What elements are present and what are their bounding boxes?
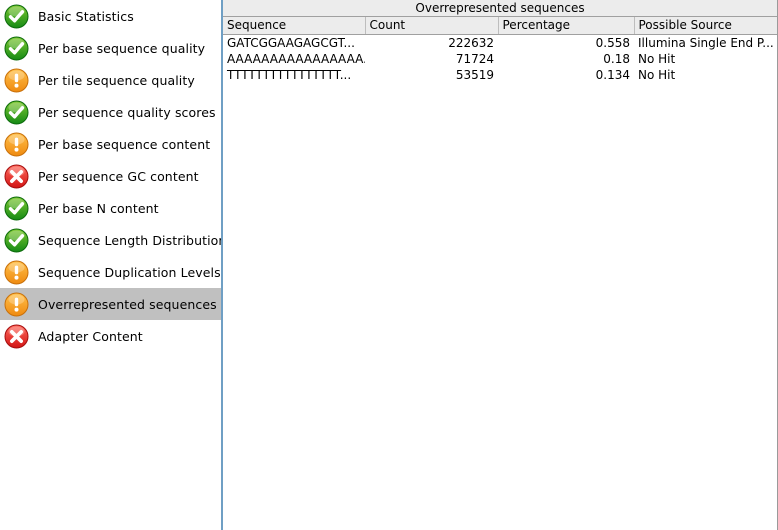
page-title: Overrepresented sequences (223, 0, 777, 17)
status-pass-icon (4, 100, 29, 125)
sidebar-item-sequence-length-distribution[interactable]: Sequence Length Distribution (0, 224, 221, 256)
cell-percentage: 0.18 (498, 51, 634, 67)
sidebar-item-per-base-sequence-content[interactable]: Per base sequence content (0, 128, 221, 160)
cell-sequence: TTTTTTTTTTTTTTTT... (223, 67, 365, 83)
cell-percentage: 0.134 (498, 67, 634, 83)
overrepresented-table-container[interactable]: Sequence Count Percentage Possible Sourc… (223, 17, 777, 530)
table-body: GATCGGAAGAGCGT... 222632 0.558 Illumina Sin… (223, 34, 777, 83)
sidebar-item-per-sequence-gc-content[interactable]: Per sequence GC content (0, 160, 221, 192)
sidebar-item-overrepresented-sequences[interactable]: Overrepresented sequences (0, 288, 221, 320)
sidebar-item-label: Per sequence quality scores (38, 104, 216, 120)
sidebar-item-per-tile-sequence-quality[interactable]: Per tile sequence quality (0, 64, 221, 96)
sidebar-item-adapter-content[interactable]: Adapter Content (0, 320, 221, 352)
status-pass-icon (4, 228, 29, 253)
table-row[interactable]: GATCGGAAGAGCGT... 222632 0.558 Illumina Sin… (223, 34, 777, 51)
fastqc-window: Basic Statistics Per base sequence qualit… (0, 0, 778, 530)
cell-sequence: AAAAAAAAAAAAAAAA... (223, 51, 365, 67)
sidebar-item-label: Adapter Content (38, 328, 143, 344)
column-header-percentage[interactable]: Percentage (498, 17, 635, 35)
status-warn-icon (4, 68, 29, 93)
status-warn-icon (4, 260, 29, 285)
cell-possible-source: No Hit (634, 51, 777, 67)
sidebar-item-label: Per tile sequence quality (38, 72, 195, 88)
status-fail-icon (4, 324, 29, 349)
overrepresented-sequences-table: Sequence Count Percentage Possible Sourc… (223, 17, 777, 83)
module-sidebar: Basic Statistics Per base sequence qualit… (0, 0, 223, 530)
sidebar-item-label: Basic Statistics (38, 8, 134, 24)
sidebar-item-label: Per base sequence content (38, 136, 211, 152)
column-header-count[interactable]: Count (365, 17, 499, 35)
table-row[interactable]: AAAAAAAAAAAAAAAA... 71724 0.18 No Hit (223, 51, 777, 67)
table-header: Sequence Count Percentage Possible Sourc… (223, 17, 777, 35)
status-warn-icon (4, 132, 29, 157)
sidebar-item-basic-statistics[interactable]: Basic Statistics (0, 0, 221, 32)
cell-count: 222632 (365, 34, 498, 51)
module-list: Basic Statistics Per base sequence qualit… (0, 0, 221, 352)
status-fail-icon (4, 164, 29, 189)
sidebar-item-per-base-sequence-quality[interactable]: Per base sequence quality (0, 32, 221, 64)
sidebar-item-label: Per base sequence quality (38, 40, 206, 56)
cell-count: 71724 (365, 51, 498, 67)
table-row[interactable]: TTTTTTTTTTTTTTTT... 53519 0.134 No Hit (223, 67, 777, 83)
status-warn-icon (4, 292, 29, 317)
sidebar-item-per-base-n-content[interactable]: Per base N content (0, 192, 221, 224)
sidebar-item-label: Sequence Length Distribution (38, 232, 223, 248)
cell-possible-source: Illumina Single End P... (634, 34, 777, 51)
sidebar-item-label: Sequence Duplication Levels (38, 264, 221, 280)
column-header-sequence[interactable]: Sequence (223, 17, 366, 35)
status-pass-icon (4, 4, 29, 29)
sidebar-item-label: Per base N content (38, 200, 159, 216)
results-panel: Overrepresented sequences Sequence Count… (223, 0, 778, 530)
sidebar-item-per-sequence-quality-scores[interactable]: Per sequence quality scores (0, 96, 221, 128)
cell-percentage: 0.558 (498, 34, 634, 51)
column-header-possible-source[interactable]: Possible Source (634, 17, 777, 35)
sidebar-item-sequence-duplication-levels[interactable]: Sequence Duplication Levels (0, 256, 221, 288)
cell-count: 53519 (365, 67, 498, 83)
sidebar-item-label: Overrepresented sequences (38, 296, 217, 312)
status-pass-icon (4, 36, 29, 61)
cell-sequence: GATCGGAAGAGCGT... (223, 34, 365, 51)
table-header-row: Sequence Count Percentage Possible Sourc… (223, 17, 777, 35)
status-pass-icon (4, 196, 29, 221)
sidebar-item-label: Per sequence GC content (38, 168, 199, 184)
cell-possible-source: No Hit (634, 67, 777, 83)
